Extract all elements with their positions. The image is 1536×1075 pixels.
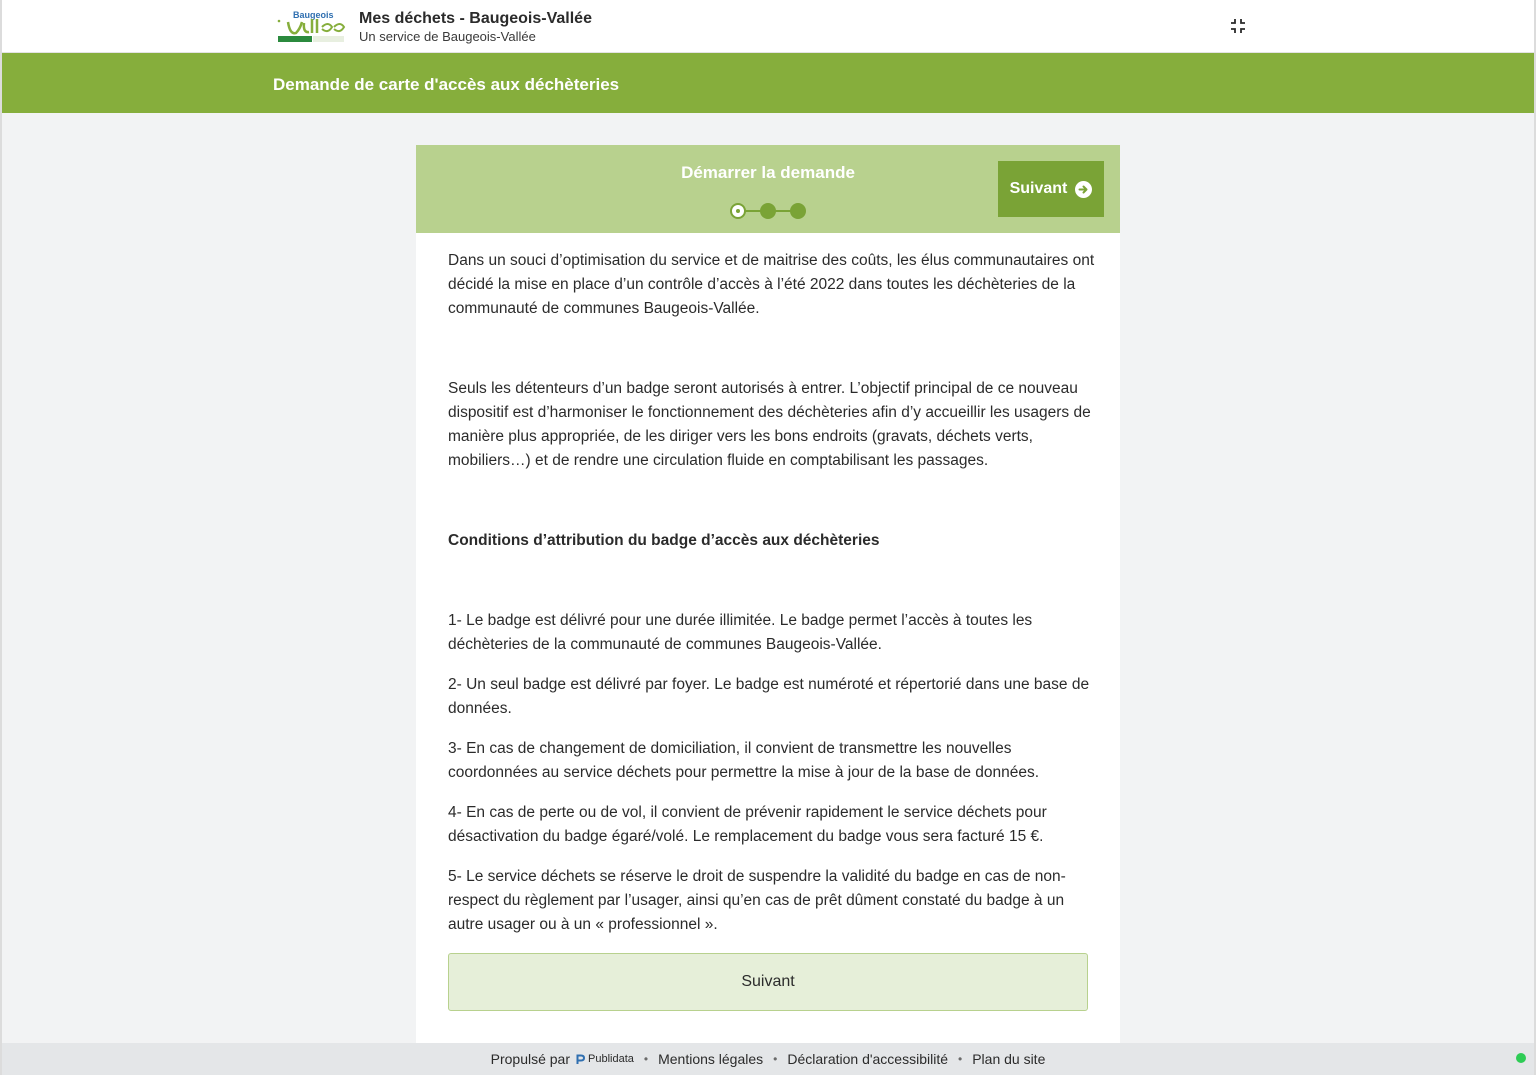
page-title: Demande de carte d'accès aux déchèteries [273,75,620,94]
site-subtitle: Un service de Baugeois-Vallée [359,29,536,44]
footer-separator: • [958,1052,963,1066]
step-progress [730,203,806,219]
step-indicator-3 [790,203,806,219]
footer-separator: • [773,1052,778,1066]
page-banner: Demande de carte d'accès aux déchèteries [0,53,1536,113]
publidata-link[interactable]: Publidata [576,1053,634,1065]
collapse-icon[interactable] [1228,16,1248,36]
powered-by: Propulsé par Publidata [491,1051,634,1067]
baugeois-vallee-logo[interactable]: Baugeois [276,9,346,45]
footer-separator: • [643,1052,649,1066]
conditions-heading: Conditions d’attribution du badge d’accè… [448,532,880,549]
request-form-card: Démarrer la demande Suivant Dans un souc… [416,145,1120,1043]
sitemap-link[interactable]: Plan du site [972,1051,1045,1067]
next-button-bottom[interactable]: Suivant [448,953,1088,1011]
condition-item: 3- En cas de changement de domiciliation… [448,740,1040,781]
svg-text:Baugeois: Baugeois [293,10,334,20]
publidata-label: Publidata [588,1053,634,1065]
condition-item: 2- Un seul badge est délivré par foyer. … [448,676,1090,717]
condition-item: 4- En cas de perte ou de vol, il convien… [448,804,1047,845]
condition-item: 1- Le badge est délivré pour une durée i… [448,612,1033,653]
form-intro-content: Dans un souci d’optimisation du service … [448,249,1096,953]
arrow-right-circle-icon [1075,180,1093,198]
next-button-top[interactable]: Suivant [998,161,1104,217]
online-status-indicator [1516,1053,1526,1063]
site-footer: Propulsé par Publidata • Mentions légale… [0,1043,1536,1075]
intro-paragraph: Seuls les détenteurs d’un badge seront a… [448,380,1091,469]
site-header: Baugeois Mes déchets - Baugeois-Vallée U… [0,0,1536,53]
accessibility-statement-link[interactable]: Déclaration d'accessibilité [787,1051,948,1067]
next-button-label: Suivant [1009,180,1068,197]
step-indicator-2 [760,203,776,219]
powered-by-label: Propulsé par [490,1051,571,1067]
legal-notice-link[interactable]: Mentions légales [658,1051,763,1067]
publidata-logo-icon [576,1054,586,1064]
form-step-header: Démarrer la demande Suivant [416,145,1120,233]
step-indicator-1 [730,203,746,219]
condition-item: 5- Le service déchets se réserve le droi… [448,868,1066,933]
site-title[interactable]: Mes déchets - Baugeois-Vallée [359,10,592,28]
intro-paragraph: Dans un souci d’optimisation du service … [448,252,1095,317]
